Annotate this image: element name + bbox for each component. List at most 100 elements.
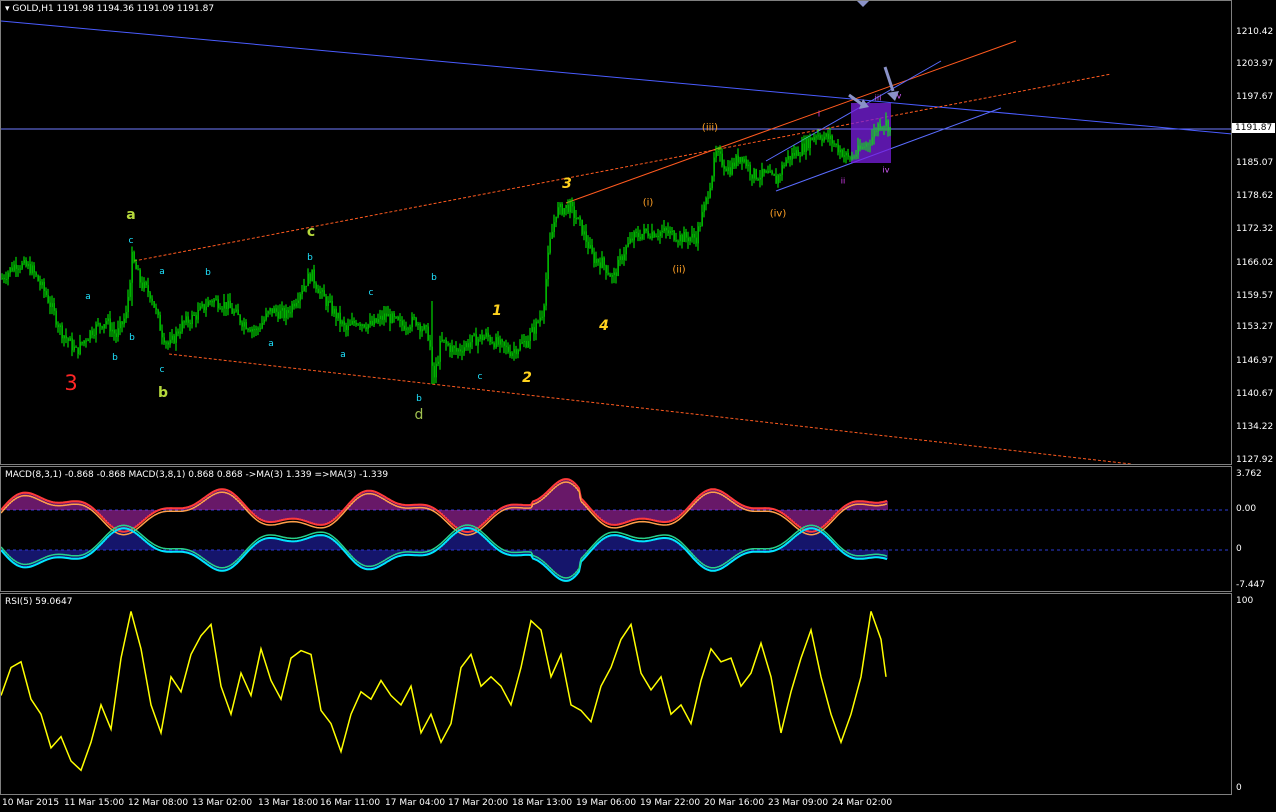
- candle-body: [133, 252, 135, 262]
- candle-body: [821, 138, 823, 141]
- candle-body: [885, 120, 887, 127]
- candle-body: [31, 265, 33, 274]
- candle-body: [225, 302, 227, 309]
- candle-body: [643, 228, 645, 234]
- candle-body: [249, 329, 251, 332]
- candle-body: [613, 272, 615, 276]
- time-axis: 10 Mar 2015 11 Mar 15:00 12 Mar 08:00 13 Ma…: [0, 795, 1232, 812]
- candle-body: [767, 171, 769, 173]
- candle-body: [471, 335, 473, 343]
- candle-body: [737, 155, 739, 163]
- macd-line-red: [1, 478, 888, 534]
- candle-body: [195, 315, 197, 320]
- candle-body: [11, 267, 13, 271]
- candle-body: [571, 201, 573, 207]
- time-axis-label: 17 Mar 04:00: [385, 798, 446, 808]
- macd-chart-svg: [1, 478, 1231, 582]
- candle-body: [237, 309, 239, 316]
- wave-label: 3: [64, 371, 78, 395]
- trendline-blue-top: [1, 20, 1231, 135]
- candle-body: [105, 321, 107, 325]
- candle-body: [709, 188, 711, 198]
- candle-body: [647, 231, 649, 237]
- time-axis-label: 19 Mar 06:00: [576, 798, 637, 808]
- candle-body: [585, 231, 587, 242]
- candle-body: [551, 232, 553, 239]
- candle-body: [137, 269, 139, 271]
- candle-body: [453, 346, 455, 348]
- candle-body: [671, 230, 673, 232]
- candle-body: [651, 231, 653, 239]
- candle-body: [33, 265, 35, 273]
- candle-body: [205, 306, 207, 311]
- candle-body: [463, 347, 465, 353]
- candle-body: [475, 334, 477, 346]
- candle-body: [405, 328, 407, 330]
- candle-body: [75, 346, 77, 348]
- candle-body: [109, 318, 111, 332]
- candle-body: [295, 303, 297, 307]
- candle-body: [545, 279, 547, 306]
- candle-body: [267, 311, 269, 314]
- candle-body: [641, 233, 643, 240]
- candle-body: [591, 245, 593, 253]
- candle-body: [635, 231, 637, 233]
- candle-body: [783, 165, 785, 167]
- candle-body: [483, 336, 485, 340]
- candle-body: [759, 177, 761, 180]
- candle-body: [143, 282, 145, 289]
- rsi-pane[interactable]: RSI(5) 59.0647: [0, 593, 1232, 795]
- candle-body: [111, 329, 113, 332]
- candle-body: [247, 328, 249, 330]
- candle-body: [583, 231, 585, 235]
- wave-label: (i): [642, 197, 654, 209]
- candle-body: [13, 264, 15, 271]
- price-axis: 1210.42 1203.97 1197.67 1191.87 1185.07 1178.…: [1232, 0, 1276, 465]
- macd-title: MACD(8,3,1) -0.868 -0.868 MACD(3,8,1) 0.…: [5, 470, 389, 480]
- candle-body: [819, 135, 821, 139]
- candle-body: [3, 277, 5, 279]
- candle-body: [303, 285, 305, 291]
- candle-body: [123, 318, 125, 325]
- dropdown-triangle-icon[interactable]: ▾: [5, 4, 10, 14]
- candle-body: [581, 219, 583, 235]
- candle-body: [441, 339, 443, 342]
- candle-body: [839, 149, 841, 153]
- candle-body: [523, 340, 525, 343]
- wave-label: b: [431, 273, 437, 283]
- candle-body: [259, 328, 261, 330]
- candle-body: [419, 324, 421, 332]
- candle-body: [509, 351, 511, 357]
- candle-body: [179, 331, 181, 334]
- time-axis-label: 12 Mar 08:00: [128, 798, 189, 808]
- candle-body: [59, 325, 61, 328]
- candle-body: [507, 346, 509, 352]
- candle-body: [413, 316, 415, 318]
- candle-body: [487, 332, 489, 337]
- candle-body: [409, 327, 411, 330]
- candle-body: [25, 260, 27, 267]
- candle-body: [201, 304, 203, 307]
- candle-body: [443, 339, 445, 341]
- candle-body: [299, 294, 301, 301]
- candle-body: [227, 300, 229, 309]
- candle-body: [139, 269, 141, 283]
- candle-body: [593, 252, 595, 264]
- candle-body: [313, 269, 315, 284]
- candle-body: [399, 319, 401, 321]
- candle-body: [555, 216, 557, 223]
- axis-label: 1185.07: [1236, 158, 1274, 168]
- candle-body: [223, 302, 225, 309]
- candle-body: [499, 339, 501, 345]
- candle-body: [91, 330, 93, 335]
- candle-body: [601, 257, 603, 268]
- candle-body: [239, 315, 241, 323]
- candle-body: [107, 318, 109, 322]
- macd-histogram: [2, 479, 888, 581]
- candle-body: [631, 238, 633, 241]
- macd-pane[interactable]: MACD(8,3,1) -0.868 -0.868 MACD(3,8,1) 0.…: [0, 466, 1232, 592]
- axis-label: 1166.02: [1236, 258, 1274, 268]
- price-chart-pane[interactable]: ▾ GOLD,H1 1191.98 1194.36 1191.09 1191.8…: [0, 0, 1232, 465]
- candle-body: [745, 159, 747, 167]
- candle-body: [501, 339, 503, 342]
